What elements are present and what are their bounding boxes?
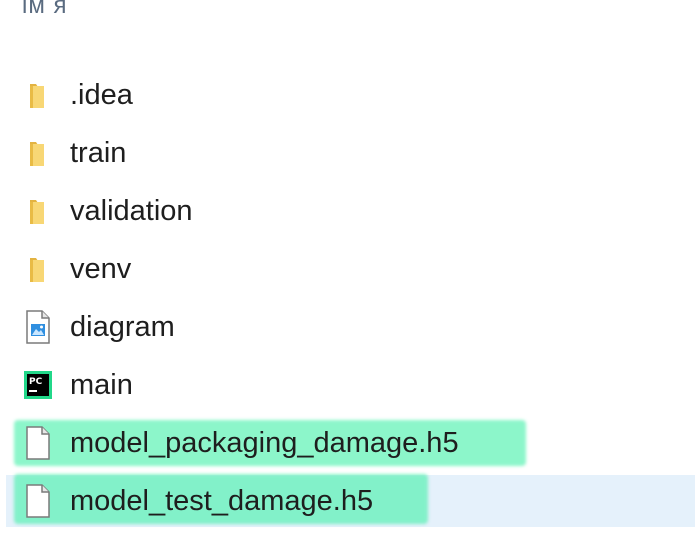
blank-file-icon <box>20 425 56 461</box>
image-file-icon <box>20 309 56 345</box>
folder-icon <box>20 251 56 287</box>
list-item-validation[interactable]: validation <box>0 182 695 240</box>
file-name: validation <box>70 194 193 227</box>
file-name: main <box>70 368 133 401</box>
list-item-model-packaging-damage[interactable]: model_packaging_damage.h5 <box>0 414 695 472</box>
list-item-idea[interactable]: .idea <box>0 66 695 124</box>
list-item-venv[interactable]: venv <box>0 240 695 298</box>
file-name: venv <box>70 252 132 285</box>
list-item-model-test-damage[interactable]: model_test_damage.h5 <box>0 472 695 530</box>
list-item-train[interactable]: train <box>0 124 695 182</box>
list-item-main[interactable]: PC main <box>0 356 695 414</box>
pycharm-icon: PC <box>20 367 56 403</box>
name-column-header[interactable]: ім я <box>22 0 68 20</box>
folder-icon <box>20 135 56 171</box>
file-name: model_packaging_damage.h5 <box>70 426 459 459</box>
list-item-diagram[interactable]: diagram <box>0 298 695 356</box>
file-name: model_test_damage.h5 <box>70 484 374 517</box>
folder-icon <box>20 77 56 113</box>
file-name: diagram <box>70 310 175 343</box>
blank-file-icon <box>20 483 56 519</box>
file-name: train <box>70 136 127 169</box>
file-name: .idea <box>70 78 133 111</box>
svg-text:PC: PC <box>29 377 43 387</box>
folder-icon <box>20 193 56 229</box>
file-list: .idea train validation venv diagram PC m… <box>0 66 695 530</box>
